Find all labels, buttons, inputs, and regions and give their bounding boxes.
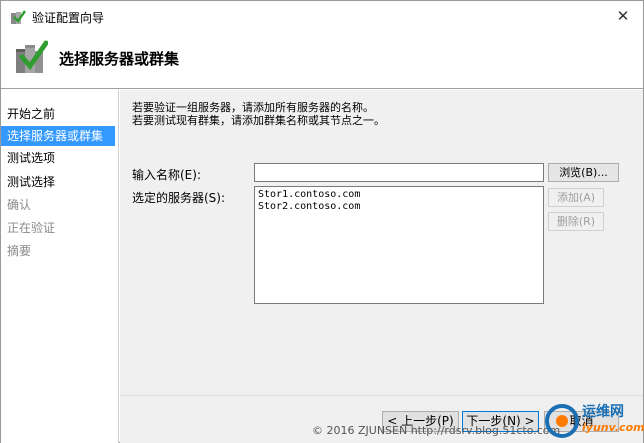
wizard-steps-sidebar: 开始之前 选择服务器或群集 测试选项 测试选择 确认 正在验证 摘要 <box>1 90 119 443</box>
instruction-line-2: 若要测试现有群集，请添加群集名称或其节点之一。 <box>132 114 385 127</box>
step-testing-options[interactable]: 测试选项 <box>1 148 115 168</box>
step-summary: 摘要 <box>7 244 32 258</box>
logo-icon <box>545 404 579 438</box>
wizard-header: 选择服务器或群集 <box>1 31 643 89</box>
step-before-you-begin[interactable]: 开始之前 <box>1 104 115 124</box>
list-item[interactable]: Stor1.contoso.com <box>258 189 540 201</box>
add-button: 添加(A) <box>548 188 604 207</box>
step-test-selection[interactable]: 测试选择 <box>1 172 115 192</box>
selected-servers-label: 选定的服务器(S): <box>132 191 226 205</box>
server-validation-icon <box>11 10 26 24</box>
logo-text: 运维网 <box>582 404 624 420</box>
step-validating: 正在验证 <box>7 221 56 235</box>
step-select-servers[interactable]: 选择服务器或群集 <box>1 126 115 146</box>
logo-subtext: iyunv.com <box>582 421 644 434</box>
close-icon[interactable]: ✕ <box>611 5 635 27</box>
server-name-input[interactable] <box>254 163 544 182</box>
page-title: 选择服务器或群集 <box>59 50 180 68</box>
step-confirmation: 确认 <box>7 198 32 212</box>
wizard-window: 验证配置向导 ✕ 选择服务器或群集 开始之前 选择服务器或群集 测试选项 测试选… <box>0 0 644 443</box>
list-item[interactable]: Stor2.contoso.com <box>258 201 540 213</box>
copyright-watermark: © 2016 ZJUNSEN http://rdsrv.blog.51cto.c… <box>312 424 561 437</box>
site-logo: 运维网 iyunv.com <box>542 399 644 443</box>
instruction-line-1: 若要验证一组服务器，请添加所有服务器的名称。 <box>132 101 374 114</box>
enter-name-label: 输入名称(E): <box>132 168 201 182</box>
title-bar: 验证配置向导 ✕ <box>1 1 643 31</box>
remove-button: 删除(R) <box>548 212 604 231</box>
selected-servers-list[interactable]: Stor1.contoso.com Stor2.contoso.com <box>254 186 544 304</box>
main-panel: 若要验证一组服务器，请添加所有服务器的名称。 若要测试现有群集，请添加群集名称或… <box>120 90 643 395</box>
server-check-icon <box>16 40 48 73</box>
browse-button[interactable]: 浏览(B)... <box>548 163 619 182</box>
window-title: 验证配置向导 <box>32 11 105 25</box>
instructions: 若要验证一组服务器，请添加所有服务器的名称。 若要测试现有群集，请添加群集名称或… <box>132 101 385 127</box>
